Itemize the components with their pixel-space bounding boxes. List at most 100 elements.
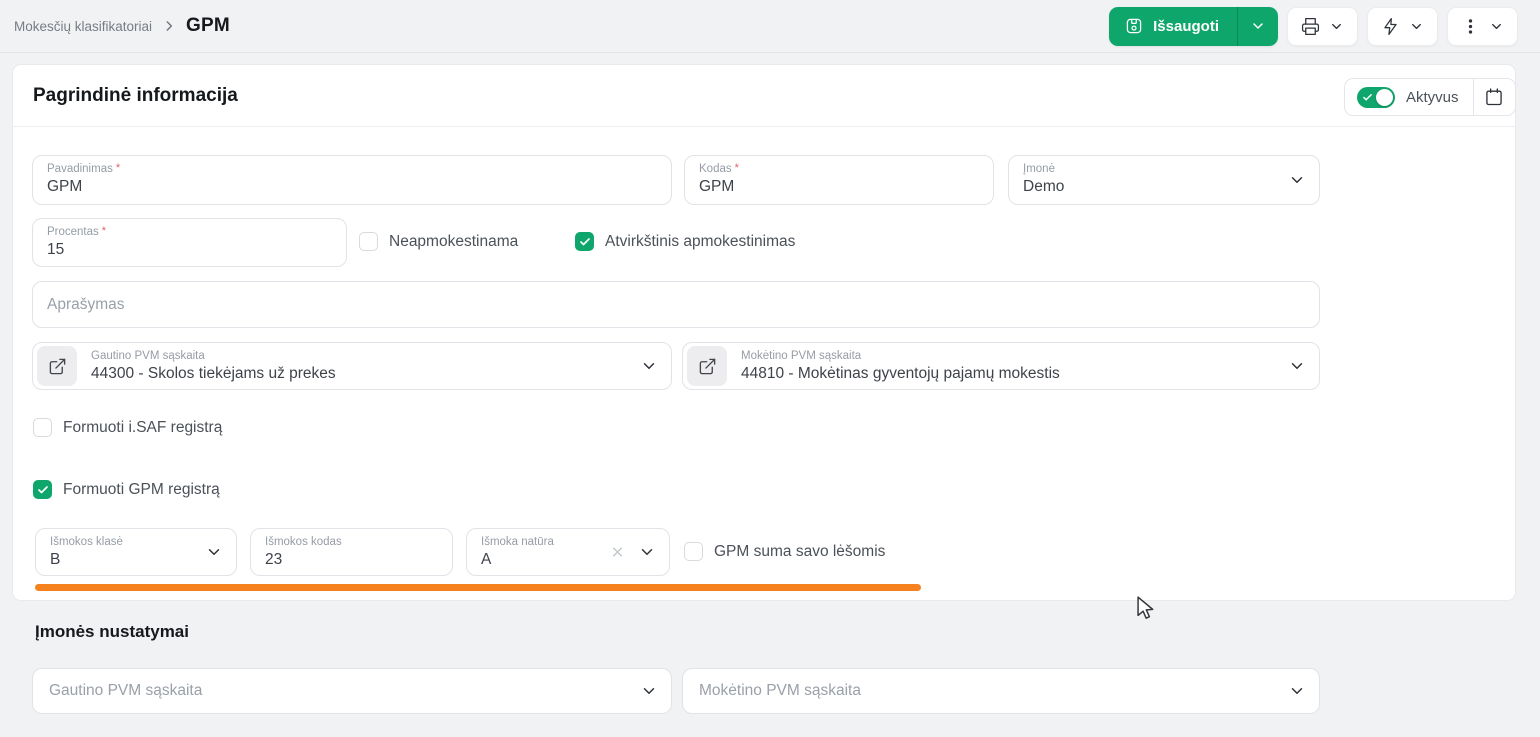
clear-x-icon[interactable] [610, 545, 625, 560]
required-asterisk: * [116, 162, 120, 174]
field-value: 23 [265, 551, 438, 569]
active-toggle-label: Aktyvus [1406, 89, 1459, 106]
field-label: Kodas* [699, 163, 979, 175]
pavadinimas-field[interactable]: Pavadinimas* GPM [32, 155, 672, 205]
external-link-icon [48, 357, 67, 376]
printer-icon [1301, 17, 1320, 36]
field-label: Įmonė [1023, 163, 1305, 175]
calendar-button[interactable] [1474, 79, 1515, 115]
chevron-down-icon [1489, 19, 1504, 34]
divider [13, 126, 1515, 127]
field-value: GPM [699, 178, 979, 196]
calendar-icon [1484, 87, 1504, 107]
checkbox-box[interactable] [33, 418, 52, 437]
field-label: Išmoka natūra [481, 536, 655, 548]
lightning-icon [1381, 17, 1400, 36]
chevron-down-icon [640, 682, 658, 700]
save-dropdown-button[interactable] [1238, 7, 1278, 46]
print-button[interactable] [1287, 7, 1358, 46]
check-icon [37, 484, 49, 496]
field-value: B [50, 551, 222, 569]
field-label: Procentas* [47, 226, 332, 238]
select-placeholder: Mokėtino PVM sąskaita [699, 682, 861, 700]
checkbox-box[interactable] [575, 232, 594, 251]
chevron-down-icon [638, 543, 656, 561]
kebab-menu-icon [1461, 17, 1480, 36]
field-value: 15 [47, 241, 332, 259]
company-gautino-pvm-select[interactable]: Gautino PVM sąskaita [32, 668, 672, 714]
required-asterisk: * [735, 162, 739, 174]
main-info-card [12, 64, 1516, 601]
breadcrumb: Mokesčių klasifikatoriai GPM [14, 15, 230, 37]
chevron-down-icon [1329, 19, 1344, 34]
ismoka-natura-select[interactable]: Išmoka natūra A [466, 528, 670, 576]
mouse-cursor [1136, 596, 1155, 620]
checkbox-label: GPM suma savo lėšomis [714, 543, 885, 561]
field-value: A [481, 551, 655, 569]
field-label: Gautino PVM sąskaita [91, 350, 336, 362]
chevron-down-icon [1288, 357, 1306, 375]
imone-select[interactable]: Įmonė Demo [1008, 155, 1320, 205]
field-label: Išmokos klasė [50, 536, 222, 548]
save-button[interactable]: Išsaugoti [1109, 7, 1278, 46]
breadcrumb-parent-link[interactable]: Mokesčių klasifikatoriai [14, 19, 152, 34]
active-toggle[interactable] [1357, 87, 1395, 108]
checkbox-label: Formuoti i.SAF registrą [63, 419, 222, 437]
field-label: Išmokos kodas [265, 536, 438, 548]
progress-highlight-bar [35, 584, 921, 591]
active-control-group: Aktyvus [1344, 78, 1516, 116]
chevron-down-icon [1288, 682, 1306, 700]
moketino-pvm-select[interactable]: Mokėtino PVM sąskaita 44810 - Mokėtinas … [682, 342, 1320, 390]
section-title-company: Įmonės nustatymai [35, 622, 189, 642]
external-link-icon [698, 357, 717, 376]
field-value: GPM [47, 178, 657, 196]
page-title: GPM [186, 15, 230, 37]
checkbox-box[interactable] [684, 542, 703, 561]
select-placeholder: Gautino PVM sąskaita [49, 682, 202, 700]
toggle-knob [1376, 89, 1393, 106]
section-title-main: Pagrindinė informacija [33, 85, 238, 107]
field-value: 44300 - Skolos tiekėjams už prekes [91, 365, 336, 383]
field-label: Mokėtino PVM sąskaita [741, 350, 1060, 362]
check-icon [1362, 92, 1373, 103]
checkbox-label: Atvirkštinis apmokestinimas [605, 233, 795, 251]
kodas-field[interactable]: Kodas* GPM [684, 155, 994, 205]
aprasymas-field[interactable]: Aprašymas [32, 281, 1320, 328]
open-link-button[interactable] [37, 346, 77, 386]
page: Mokesčių klasifikatoriai GPM Išsaugoti [0, 0, 1540, 737]
chevron-down-icon [1409, 19, 1424, 34]
combo-text: Gautino PVM sąskaita 44300 - Skolos tiek… [91, 349, 336, 383]
ismokos-kodas-field[interactable]: Išmokos kodas 23 [250, 528, 453, 576]
required-asterisk: * [102, 225, 106, 237]
ismokos-klase-select[interactable]: Išmokos klasė B [35, 528, 237, 576]
more-actions-button[interactable] [1447, 7, 1518, 46]
automation-button[interactable] [1367, 7, 1438, 46]
gautino-pvm-select[interactable]: Gautino PVM sąskaita 44300 - Skolos tiek… [32, 342, 672, 390]
formuoti-gpm-checkbox[interactable]: Formuoti GPM registrą [33, 480, 220, 499]
chevron-down-icon [1288, 171, 1306, 189]
neapmokestinama-checkbox[interactable]: Neapmokestinama [359, 232, 518, 251]
procentas-field[interactable]: Procentas* 15 [32, 218, 347, 267]
company-moketino-pvm-select[interactable]: Mokėtino PVM sąskaita [682, 668, 1320, 714]
breadcrumb-chevron-icon [162, 19, 176, 33]
checkbox-box[interactable] [33, 480, 52, 499]
field-value: 44810 - Mokėtinas gyventojų pajamų mokes… [741, 365, 1060, 383]
gpm-suma-checkbox[interactable]: GPM suma savo lėšomis [684, 542, 885, 561]
field-placeholder: Aprašymas [47, 296, 125, 314]
save-button-main[interactable]: Išsaugoti [1109, 17, 1237, 35]
chevron-down-icon [640, 357, 658, 375]
save-button-label: Išsaugoti [1153, 18, 1219, 35]
top-bar: Mokesčių klasifikatoriai GPM Išsaugoti [0, 0, 1540, 53]
formuoti-isaf-checkbox[interactable]: Formuoti i.SAF registrą [33, 418, 222, 437]
chevron-down-icon [205, 543, 223, 561]
checkbox-label: Formuoti GPM registrą [63, 481, 220, 499]
field-value: Demo [1023, 178, 1305, 196]
field-label: Pavadinimas* [47, 163, 657, 175]
checkbox-box[interactable] [359, 232, 378, 251]
checkbox-label: Neapmokestinama [389, 233, 518, 251]
floppy-save-icon [1125, 17, 1143, 35]
open-link-button[interactable] [687, 346, 727, 386]
chevron-down-icon [1250, 18, 1266, 34]
combo-text: Mokėtino PVM sąskaita 44810 - Mokėtinas … [741, 349, 1060, 383]
atvirkstinis-checkbox[interactable]: Atvirkštinis apmokestinimas [575, 232, 795, 251]
